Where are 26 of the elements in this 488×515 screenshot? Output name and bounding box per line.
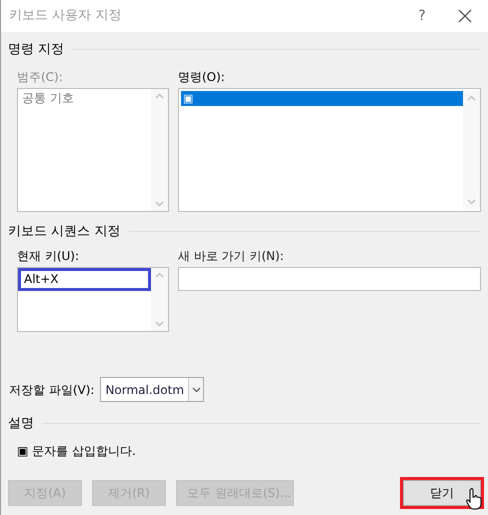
scroll-up-icon[interactable] — [155, 272, 164, 278]
field-label: 새 바로 가기 키(N): — [178, 248, 285, 265]
scroll-up-icon[interactable] — [155, 92, 164, 98]
current-keys-list[interactable]: Alt+X — [17, 267, 169, 332]
pointer-hand-icon — [466, 488, 482, 510]
scroll-up-icon[interactable] — [467, 94, 476, 100]
description-text: ▣ 문자를 삽입합니다. — [16, 442, 137, 460]
section-title: 명령 지정 — [8, 41, 64, 59]
key-item[interactable]: Alt+X — [18, 268, 151, 291]
field-label: 범주(C): — [17, 68, 64, 86]
field-label: 명령(O): — [178, 68, 226, 86]
close-button[interactable]: 닫기 — [403, 480, 481, 506]
section-title: 설명 — [8, 415, 34, 433]
chevron-down-icon[interactable] — [192, 386, 201, 392]
window-title: 키보드 사용자 지정 — [9, 7, 122, 26]
scroll-down-icon[interactable] — [155, 321, 164, 327]
scroll-down-icon[interactable] — [155, 200, 164, 206]
help-button[interactable]: ? — [402, 6, 442, 26]
section-title: 키보드 시퀀스 지정 — [8, 222, 120, 240]
field-label: 현재 키(U): — [17, 248, 80, 265]
scroll-down-icon[interactable] — [467, 198, 476, 204]
shortcut-input-field[interactable] — [178, 267, 481, 291]
command-item[interactable]: ▣ — [181, 90, 463, 106]
command-list[interactable]: ▣ — [178, 88, 481, 212]
save-in-dropdown[interactable]: Normal.dotm — [100, 377, 204, 402]
field-label: 저장할 파일(V): — [9, 382, 94, 398]
